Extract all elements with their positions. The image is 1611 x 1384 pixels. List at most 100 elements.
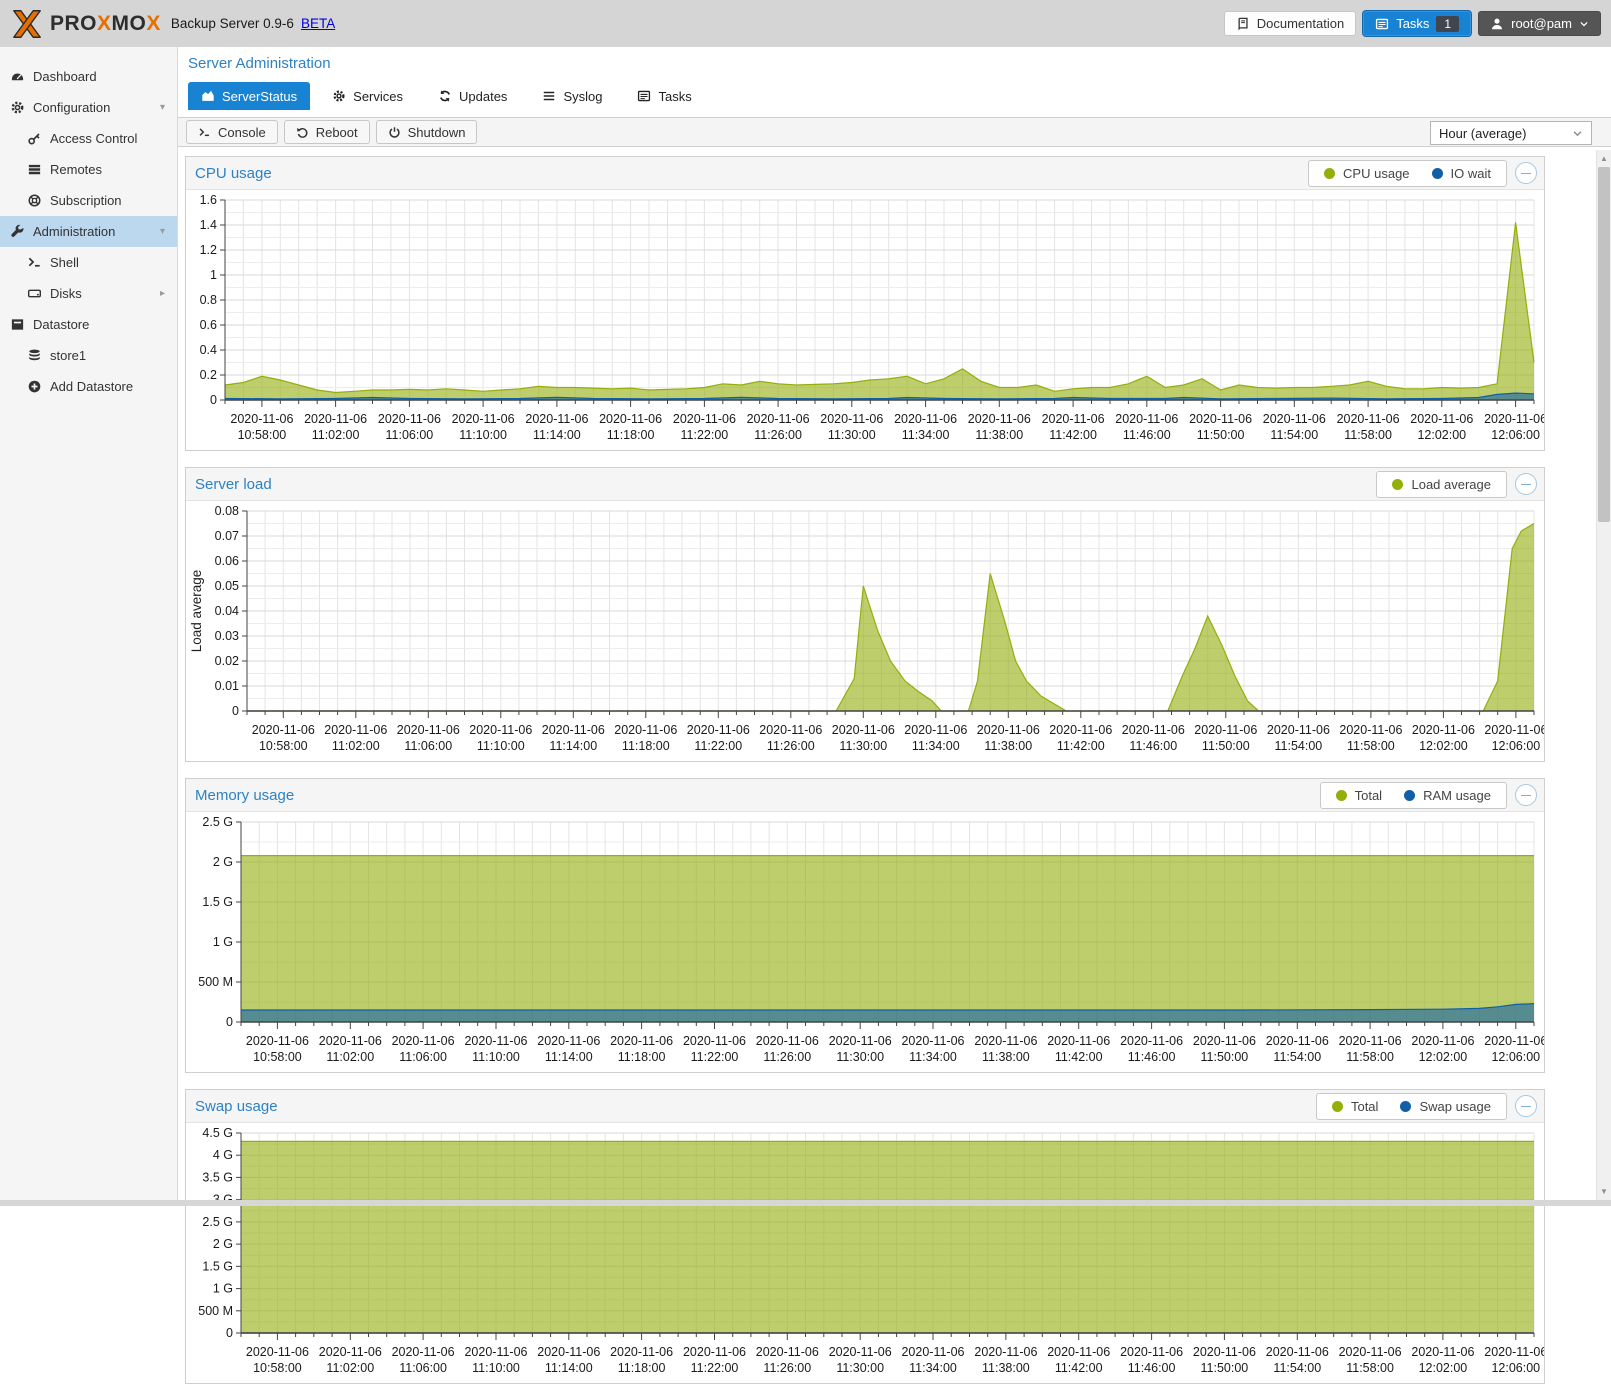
svg-text:12:06:00: 12:06:00 [1491, 1050, 1540, 1064]
svg-text:2020-11-06: 2020-11-06 [1484, 1345, 1544, 1359]
top-header: PROXMOX Backup Server 0.9-6 BETA Documen… [0, 0, 1611, 47]
legend-item[interactable]: CPU usage [1315, 164, 1418, 183]
console-button[interactable]: Console [186, 120, 278, 144]
wrench-icon [10, 224, 25, 239]
legend-dot-icon [1392, 479, 1403, 490]
tab-updates[interactable]: Updates [425, 82, 520, 110]
beta-link[interactable]: BETA [301, 16, 335, 31]
tab-tasks[interactable]: Tasks [624, 82, 704, 110]
tasks-button[interactable]: Tasks 1 [1363, 11, 1471, 36]
server-load-chart: 00.010.020.030.040.050.060.070.082020-11… [186, 501, 1544, 761]
svg-text:2020-11-06: 2020-11-06 [542, 723, 605, 737]
chart-svg: 0500 M1 G1.5 G2 G2.5 G3 G3.5 G4 G4.5 G20… [186, 1123, 1544, 1383]
svg-text:0.03: 0.03 [215, 629, 239, 643]
sidebar-item-administration[interactable]: Administration ▾ [0, 216, 177, 247]
svg-text:2020-11-06: 2020-11-06 [324, 723, 387, 737]
sidebar-item-access-control[interactable]: Access Control [0, 123, 177, 154]
svg-text:2020-11-06: 2020-11-06 [378, 412, 441, 426]
documentation-button[interactable]: Documentation [1224, 11, 1356, 36]
sidebar: Dashboard Configuration ▾ Access Control… [0, 47, 178, 1206]
sidebar-item-shell[interactable]: Shell [0, 247, 177, 278]
svg-text:12:02:00: 12:02:00 [1419, 1050, 1468, 1064]
svg-text:11:06:00: 11:06:00 [399, 1361, 447, 1375]
svg-text:11:26:00: 11:26:00 [763, 1050, 811, 1064]
svg-text:2020-11-06: 2020-11-06 [1193, 1034, 1256, 1048]
svg-text:2020-11-06: 2020-11-06 [1339, 1034, 1402, 1048]
reboot-button[interactable]: Reboot [284, 120, 370, 144]
sidebar-item-subscription[interactable]: Subscription [0, 185, 177, 216]
collapse-panel-icon[interactable] [1515, 1095, 1537, 1117]
svg-text:11:38:00: 11:38:00 [984, 739, 1032, 753]
panel-header: Server load Load average [186, 468, 1544, 501]
scrollbar-thumb[interactable] [1598, 167, 1610, 522]
svg-text:2020-11-06: 2020-11-06 [1266, 1345, 1329, 1359]
svg-text:2020-11-06: 2020-11-06 [610, 1345, 673, 1359]
svg-text:1.4: 1.4 [200, 218, 217, 232]
collapse-panel-icon[interactable] [1515, 162, 1537, 184]
svg-text:12:02:00: 12:02:00 [1419, 739, 1468, 753]
svg-text:2020-11-06: 2020-11-06 [829, 1034, 892, 1048]
sidebar-item-disks[interactable]: Disks ▸ [0, 278, 177, 309]
sidebar-item-add-datastore[interactable]: Add Datastore [0, 371, 177, 402]
svg-text:500 M: 500 M [198, 975, 233, 989]
svg-text:11:30:00: 11:30:00 [836, 1361, 884, 1375]
svg-text:11:06:00: 11:06:00 [404, 739, 452, 753]
svg-text:11:50:00: 11:50:00 [1202, 739, 1250, 753]
legend-item[interactable]: Total [1323, 1097, 1387, 1116]
svg-text:0.08: 0.08 [215, 504, 239, 518]
svg-text:11:46:00: 11:46:00 [1129, 739, 1177, 753]
svg-text:1.6: 1.6 [200, 193, 217, 207]
cpu-usage-chart: 00.20.40.60.811.21.41.62020-11-0610:58:0… [186, 190, 1544, 450]
svg-text:11:02:00: 11:02:00 [312, 428, 360, 442]
svg-text:2020-11-06: 2020-11-06 [1047, 1034, 1110, 1048]
legend-item[interactable]: Total [1327, 786, 1391, 805]
legend-item[interactable]: Swap usage [1391, 1097, 1500, 1116]
sidebar-item-remotes[interactable]: Remotes [0, 154, 177, 185]
svg-text:2 G: 2 G [213, 1237, 233, 1251]
svg-text:4 G: 4 G [213, 1148, 233, 1162]
chart-legend: TotalSwap usage [1316, 1093, 1507, 1120]
svg-text:0: 0 [226, 1015, 233, 1029]
svg-text:11:38:00: 11:38:00 [982, 1361, 1030, 1375]
svg-text:2020-11-06: 2020-11-06 [1122, 723, 1185, 737]
legend-item[interactable]: RAM usage [1395, 786, 1500, 805]
sidebar-item-dashboard[interactable]: Dashboard [0, 61, 177, 92]
collapse-panel-icon[interactable] [1515, 473, 1537, 495]
sidebar-item-configuration[interactable]: Configuration ▾ [0, 92, 177, 123]
svg-text:11:54:00: 11:54:00 [1275, 739, 1323, 753]
sidebar-item-datastore[interactable]: Datastore [0, 309, 177, 340]
scroll-up-icon[interactable]: ▲ [1597, 154, 1611, 163]
svg-text:1: 1 [210, 268, 217, 282]
shutdown-button[interactable]: Shutdown [376, 120, 478, 144]
legend-item[interactable]: IO wait [1423, 164, 1500, 183]
svg-text:Load average: Load average [189, 570, 204, 653]
legend-item[interactable]: Load average [1383, 475, 1500, 494]
tab-serverstatus[interactable]: ServerStatus [188, 82, 310, 110]
tab-services[interactable]: Services [319, 82, 416, 110]
collapse-panel-icon[interactable] [1515, 784, 1537, 806]
panel-header: Memory usage TotalRAM usage [186, 779, 1544, 812]
svg-text:2020-11-06: 2020-11-06 [1411, 1345, 1474, 1359]
svg-text:11:42:00: 11:42:00 [1057, 739, 1105, 753]
svg-text:11:34:00: 11:34:00 [909, 1361, 957, 1375]
svg-text:2020-11-06: 2020-11-06 [683, 1345, 746, 1359]
svg-text:2020-11-06: 2020-11-06 [1410, 412, 1473, 426]
svg-text:2020-11-06: 2020-11-06 [464, 1034, 527, 1048]
svg-text:12:02:00: 12:02:00 [1419, 1361, 1468, 1375]
sidebar-item-store1[interactable]: store1 [0, 340, 177, 371]
svg-text:2020-11-06: 2020-11-06 [246, 1345, 309, 1359]
timeframe-select[interactable]: Hour (average) [1430, 121, 1592, 145]
scroll-down-icon[interactable]: ▼ [1597, 1187, 1611, 1196]
vertical-scrollbar[interactable]: ▲ ▼ [1596, 150, 1611, 1200]
tab-bar: ServerStatus Services Updates [188, 81, 1611, 110]
svg-text:2020-11-06: 2020-11-06 [756, 1034, 819, 1048]
svg-text:11:18:00: 11:18:00 [618, 1050, 666, 1064]
user-menu-button[interactable]: root@pam [1478, 11, 1601, 36]
list-alt-icon [637, 89, 651, 103]
svg-text:11:02:00: 11:02:00 [332, 739, 380, 753]
svg-text:2020-11-06: 2020-11-06 [525, 412, 588, 426]
svg-text:11:58:00: 11:58:00 [1346, 1050, 1394, 1064]
tab-syslog[interactable]: Syslog [529, 82, 615, 110]
svg-text:2020-11-06: 2020-11-06 [977, 723, 1040, 737]
svg-text:0.4: 0.4 [200, 343, 217, 357]
